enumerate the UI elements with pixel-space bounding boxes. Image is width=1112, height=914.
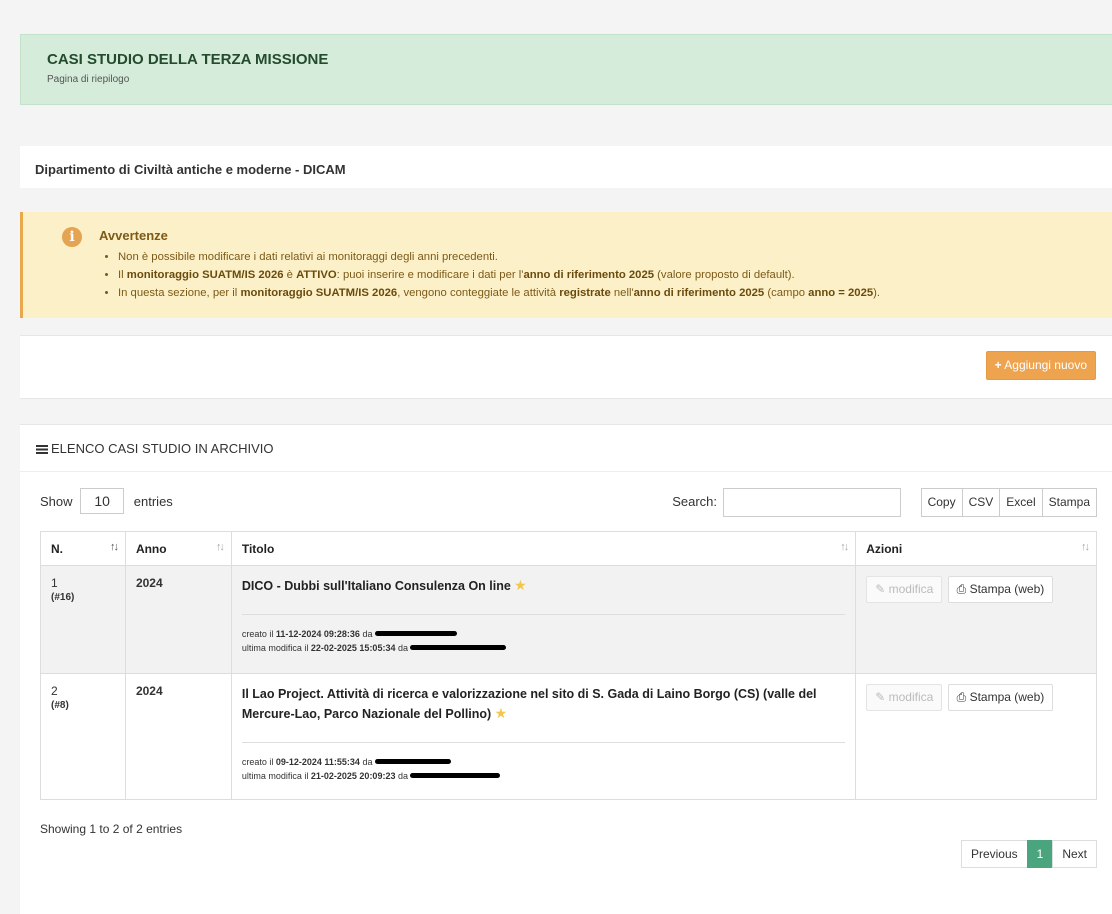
column-header-n[interactable]: N. ↑↓ [40,531,126,566]
warning-title: Avvertenze [99,228,168,243]
department-name: Dipartimento di Civiltà antiche e modern… [35,162,346,177]
redacted-email [374,759,451,764]
csv-button[interactable]: CSV [961,488,1001,517]
printer-icon: ⎙ [956,690,967,704]
warning-item: Il monitoraggio SUATM/IS 2026 è ATTIVO: … [118,266,880,284]
edit-icon: ✎ [875,690,886,704]
page-length-control: Show 10 entries [40,488,173,514]
warning-item: In questa sezione, per il monitoraggio S… [118,284,880,302]
add-new-button[interactable]: + Aggiungi nuovo [985,351,1096,380]
previous-page-button[interactable]: Previous [960,840,1028,868]
table-info: Showing 1 to 2 of 2 entries [40,822,183,836]
case-study-table: N. ↑↓ Anno ↑↓ Titolo ↑↓ Azioni ↑↓ 1 (#16) 20… [40,531,1097,800]
column-header-titolo[interactable]: Titolo ↑↓ [230,531,857,566]
list-icon [36,445,48,454]
copy-button[interactable]: Copy [920,488,963,517]
row-number-cell: 2 (#8) [40,673,126,800]
modified-info: ultima modifica il 21-02-2025 20:09:23 d… [242,769,845,783]
page-length-select[interactable]: 10 [80,488,125,514]
edit-icon: ✎ [875,582,886,596]
page-subtitle: Pagina di riepilogo [47,74,130,85]
row-year-cell: 2024 [124,565,232,674]
star-icon: ★ [494,705,508,721]
printer-icon: ⎙ [956,582,967,596]
warning-alert: i Avvertenze Non è possibile modificare … [20,212,1112,318]
divider [241,614,846,615]
edit-button: ✎ modifica [866,576,943,603]
print-button[interactable]: Stampa [1041,488,1097,517]
warning-list: Non è possibile modificare i dati relati… [99,248,880,302]
case-study-title: DICO - Dubbi sull'Italiano Consulenza On… [241,579,511,593]
row-actions-cell: ✎ modifica ⎙ Stampa (web) [855,565,1097,674]
pagination: Previous 1 Next [960,840,1097,868]
redacted-email [410,773,501,778]
sort-icon: ↑↓ [215,541,225,553]
modified-info: ultima modifica il 22-02-2025 15:05:34 d… [242,641,845,655]
page-header: CASI STUDIO DELLA TERZA MISSIONE Pagina … [20,34,1112,105]
sort-icon: ↑↓ [840,541,849,553]
department-panel: Dipartimento di Civiltà antiche e modern… [20,146,1112,188]
row-number-cell: 1 (#16) [40,565,126,674]
created-info: creato il 11-12-2024 09:28:36 da [242,627,845,641]
table-row: 1 (#16) 2024 DICO - Dubbi sull'Italiano … [40,565,1097,674]
search-label: Search: [672,494,717,509]
row-title-cell: Il Lao Project. Attività di ricerca e va… [230,673,857,800]
print-web-button[interactable]: ⎙ Stampa (web) [947,684,1054,711]
list-heading: ELENCO CASI STUDIO IN ARCHIVIO [36,441,274,456]
column-header-anno[interactable]: Anno ↑↓ [124,531,232,566]
case-study-title: Il Lao Project. Attività di ricerca e va… [241,687,817,721]
divider [20,471,1112,472]
edit-button: ✎ modifica [866,684,943,711]
star-icon: ★ [514,577,527,593]
search-input[interactable] [723,488,901,517]
row-year-cell: 2024 [124,673,232,800]
page-title: CASI STUDIO DELLA TERZA MISSIONE [47,51,329,68]
warning-item: Non è possibile modificare i dati relati… [118,248,880,266]
row-title-cell: DICO - Dubbi sull'Italiano Consulenza On… [230,565,857,674]
print-web-button[interactable]: ⎙ Stampa (web) [947,576,1054,603]
page-1-button[interactable]: 1 [1026,840,1054,868]
divider [241,742,846,743]
row-actions-cell: ✎ modifica ⎙ Stampa (web) [855,673,1097,800]
column-header-azioni[interactable]: Azioni ↑↓ [855,531,1097,566]
excel-button[interactable]: Excel [999,488,1043,517]
redacted-email [410,645,507,650]
next-page-button[interactable]: Next [1052,840,1097,868]
actions-panel: + Aggiungi nuovo [20,335,1112,399]
created-info: creato il 09-12-2024 11:55:34 da [242,755,845,769]
export-buttons: Copy CSV Excel Stampa [920,488,1097,517]
redacted-email [374,631,457,636]
info-circle-icon: i [62,227,82,247]
sort-icon: ↑↓ [109,541,119,553]
table-row: 2 (#8) 2024 Il Lao Project. Attività di … [40,673,1097,800]
plus-icon: + [994,358,1002,372]
case-study-list-panel: ELENCO CASI STUDIO IN ARCHIVIO Show 10 e… [20,424,1112,914]
sort-icon: ↑↓ [1081,541,1090,553]
